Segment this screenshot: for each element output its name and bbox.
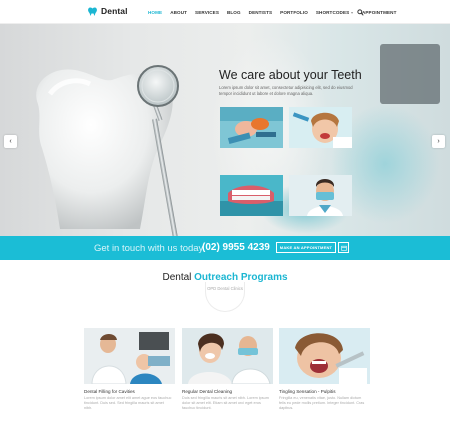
program-card-image[interactable] — [182, 328, 273, 384]
nav-item-shortcodes[interactable]: SHORTCODES▼ — [312, 8, 358, 17]
patient-open-mouth-image — [279, 328, 370, 384]
hero-bg-monitor — [380, 44, 440, 104]
nav-item-portfolio[interactable]: PORTFOLIO — [276, 8, 312, 17]
make-appointment-button[interactable]: MAKE AN APPOINTMENT — [276, 242, 336, 253]
brand-logo[interactable]: Dental — [87, 6, 128, 16]
program-card-description: Fringilla eu, venenatis vitae, justo. Nu… — [279, 396, 365, 411]
program-card[interactable]: Regular Dental Cleaning Duis sed fringil… — [182, 328, 273, 412]
child-patient-image — [289, 107, 352, 148]
brand-name: Dental — [101, 6, 128, 16]
nav-item-home[interactable]: HOME — [144, 8, 166, 17]
hero-title: We care about your Teeth — [219, 68, 362, 82]
section-subtitle: OPD Dental Clinics — [207, 286, 243, 291]
hero-thumb-2[interactable] — [289, 107, 352, 148]
dental-treatment-image — [220, 107, 283, 148]
nav-item-about[interactable]: ABOUT — [166, 8, 191, 17]
dentist-with-patient-image — [84, 328, 175, 384]
program-card-title[interactable]: Dental Filling for Cavities — [84, 389, 175, 394]
site-header: Dental HOME ABOUT SERVICES BLOG DENTISTS… — [0, 0, 450, 24]
nav-item-shortcodes-label: SHORTCODES — [315, 10, 350, 15]
dentist-portrait-image — [289, 175, 352, 216]
chevron-down-icon: ▼ — [350, 11, 354, 15]
calendar-icon — [340, 245, 347, 251]
dental-cleaning-image — [182, 328, 273, 384]
slider-next-button[interactable]: › — [432, 135, 445, 148]
tooth-logo-icon — [88, 7, 97, 16]
section-title-plain: Dental — [162, 272, 192, 283]
section-title-highlight: Outreach Programs — [194, 272, 288, 283]
tooth-mirror-illustration — [36, 65, 180, 236]
nav-item-services[interactable]: SERVICES — [191, 8, 223, 17]
program-card-image[interactable] — [279, 328, 370, 384]
cta-text: Get in touch with us today — [94, 243, 204, 254]
teeth-model-image — [220, 175, 283, 216]
program-card[interactable]: Dental Filling for Cavities Lorem ipsum … — [84, 328, 175, 412]
nav-item-dentists[interactable]: DENTISTS — [245, 8, 277, 17]
program-card-image[interactable] — [84, 328, 175, 384]
hero-slider: We care about your Teeth Lorem ipsum dol… — [0, 24, 450, 236]
hero-thumb-4[interactable] — [289, 175, 352, 216]
program-card-title[interactable]: Regular Dental Cleaning — [182, 389, 273, 394]
chevron-left-icon: ‹ — [9, 138, 12, 145]
chevron-right-icon: › — [437, 138, 440, 145]
hero-thumb-1[interactable] — [220, 107, 283, 148]
nav-item-appointment[interactable]: APPOINTMENT — [358, 8, 401, 17]
program-card-title[interactable]: Tingling Sensation - Pulpitis — [279, 389, 370, 394]
cta-phone[interactable]: (02) 9955 4239 — [202, 242, 270, 253]
program-card-description: Duis sed fringilla mauris sit amet nibh.… — [182, 396, 269, 411]
cta-band: Get in touch with us today (02) 9955 423… — [0, 236, 450, 260]
hero-thumb-3[interactable] — [220, 175, 283, 216]
search-icon[interactable] — [357, 9, 364, 16]
program-card[interactable]: Tingling Sensation - Pulpitis Fringilla … — [279, 328, 370, 412]
slider-prev-button[interactable]: ‹ — [4, 135, 17, 148]
calendar-button[interactable] — [338, 242, 349, 253]
section-title: Dental Outreach Programs — [0, 272, 450, 283]
nav-item-blog[interactable]: BLOG — [223, 8, 245, 17]
program-card-description: Lorem ipsum dolor amet elit amet ague eo… — [84, 396, 172, 411]
hero-description: Lorem ipsum dolor sit amet, consectetur … — [219, 85, 353, 96]
